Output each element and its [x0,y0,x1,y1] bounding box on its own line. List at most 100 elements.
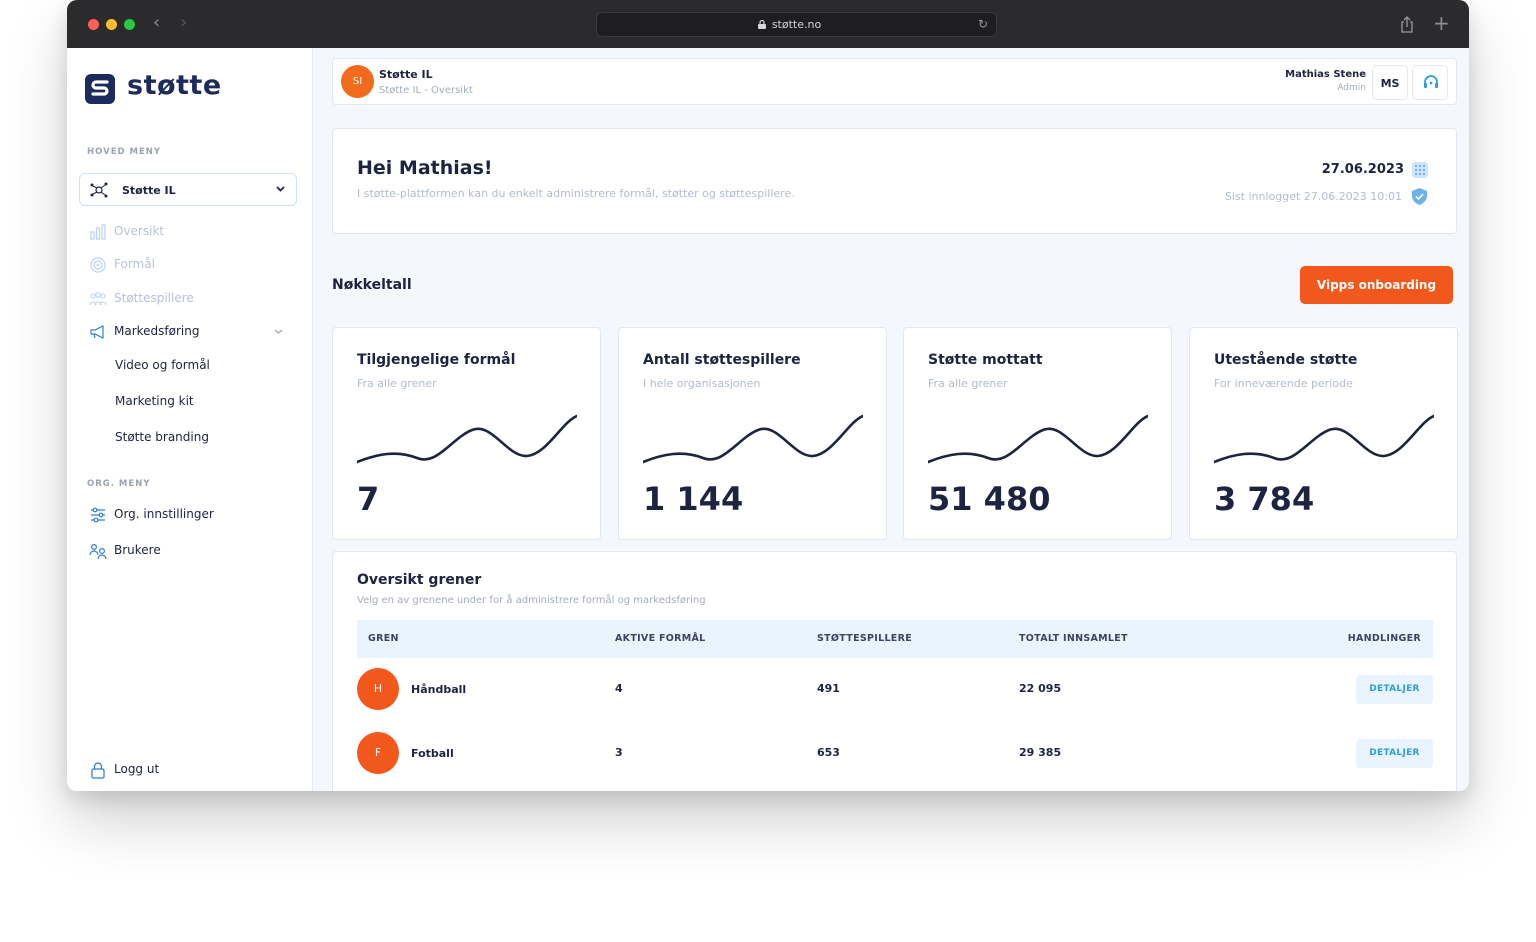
current-date: 27.06.2023 [1321,162,1404,177]
sidebar-item-label: Brukere [114,543,161,557]
details-button[interactable]: DETALJER [1356,739,1433,768]
sparkline-chart [928,414,1148,464]
logo-icon [85,74,115,104]
sliders-icon [91,507,105,523]
users-icon [89,292,107,306]
gren-name: Håndball [411,683,467,696]
maximize-window-button[interactable] [124,19,135,30]
user-name: Mathias Stene [1285,69,1366,80]
kpi-card-title: Tilgjengelige formål [357,352,516,368]
org-select[interactable]: Støtte IL [79,173,297,206]
kpi-card-subtitle: Fra alle grener [357,377,437,390]
kpi-card: Utestående støtte For inneværende period… [1189,327,1458,540]
total-collected: 29 385 [1019,746,1062,759]
grener-overview-card: Oversikt grener Velg en av grenene under… [332,551,1457,791]
sidebar-subitem-branding[interactable]: Støtte branding [115,430,209,444]
org-menu-label: ORG. MENY [87,479,151,489]
browser-titlebar: ‹ › støtte.no ↻ + [67,0,1469,48]
active-purposes: 3 [615,746,623,759]
target-icon [90,257,106,273]
welcome-description: I støtte-plattformen kan du enkelt admin… [357,187,795,200]
column-header: AKTIVE FORMÅL [615,633,706,644]
sparkline-chart [643,414,863,464]
top-header: SI Støtte IL Støtte IL - Oversikt Mathia… [332,58,1457,105]
greeting: Hei Mathias! [357,157,493,179]
column-header: GREN [368,633,399,644]
kpi-card: Antall støttespillere I hele organisasjo… [618,327,887,540]
column-header: HANDLINGER [1347,633,1421,644]
org-title: Støtte IL [379,68,433,81]
org-select-value: Støtte IL [122,184,176,197]
column-header: STØTTESPILLERE [817,633,913,644]
url-text: støtte.no [771,18,822,31]
sidebar-item-label: Formål [114,257,155,271]
kpi-card-subtitle: For inneværende periode [1214,377,1353,390]
main-menu-label: HOVED MENY [87,147,162,157]
kpi-card: Støtte mottatt Fra alle grener 51 480 [903,327,1172,540]
logo-text: støtte [127,70,222,101]
support-button[interactable] [1412,65,1448,100]
org-avatar: SI [341,65,374,98]
calendar-icon [1412,162,1428,178]
logout-button[interactable]: Logg ut [87,759,297,781]
new-tab-icon[interactable]: + [1433,11,1450,35]
share-icon[interactable] [1400,16,1414,33]
total-collected: 22 095 [1019,682,1062,695]
grener-title: Oversikt grener [357,572,482,588]
vipps-onboarding-button[interactable]: Vipps onboarding [1300,266,1453,304]
close-window-button[interactable] [88,19,99,30]
grener-subtitle: Velg en av grenene under for å administr… [357,595,706,606]
column-header: TOTALT INNSAMLET [1019,633,1128,644]
kpi-card-title: Antall støttespillere [643,352,801,368]
megaphone-icon [90,325,104,339]
kpi-card-subtitle: I hele organisasjonen [643,377,761,390]
chevron-down-icon[interactable] [274,327,283,336]
browser-window: ‹ › støtte.no ↻ + støtte HOVED MENY Støt… [67,0,1469,791]
breadcrumb: Støtte IL - Oversikt [379,85,473,96]
kpi-card-value: 3 784 [1214,480,1315,518]
details-button[interactable]: DETALJER [1356,675,1433,704]
supporters-count: 491 [817,682,840,695]
sidebar-item-label: Org. innstillinger [114,507,214,521]
kpi-section-title: Nøkkeltall [332,277,412,293]
welcome-card: Hei Mathias! I støtte-plattformen kan du… [332,128,1457,234]
minimize-window-button[interactable] [106,19,117,30]
sidebar-subitem-marketing-kit[interactable]: Marketing kit [115,394,194,408]
sidebar-item-label: Markedsføring [114,324,200,338]
table-row[interactable]: H Håndball 4 491 22 095 DETALJER [357,660,1433,716]
sidebar-item-org-settings[interactable]: Org. innstillinger [87,504,297,526]
chevron-down-icon [276,186,285,192]
sidebar-item-formal[interactable]: Formål [87,254,297,276]
back-icon[interactable]: ‹ [153,12,160,33]
forward-icon[interactable]: › [180,12,187,33]
sidebar-item-stottespillere[interactable]: Støttespillere [87,288,297,310]
address-bar[interactable]: støtte.no ↻ [596,12,997,37]
reload-icon[interactable]: ↻ [978,17,988,31]
logout-label: Logg ut [114,762,160,776]
lock-icon [91,762,105,779]
sparkline-chart [357,414,577,464]
table-header: GREN AKTIVE FORMÅL STØTTESPILLERE TOTALT… [357,620,1433,658]
kpi-card-value: 51 480 [928,480,1051,518]
sidebar-item-oversikt[interactable]: Oversikt [87,221,297,243]
sidebar-item-label: Støttespillere [114,291,194,305]
user-role: Admin [1337,83,1366,93]
gren-name: Fotball [411,747,454,760]
active-purposes: 4 [615,682,623,695]
kpi-card-title: Støtte mottatt [928,352,1043,368]
user-avatar[interactable]: MS [1372,65,1408,100]
sidebar-item-markedsforing[interactable]: Markedsføring [87,321,297,343]
gren-avatar: H [357,668,399,710]
kpi-card: Tilgjengelige formål Fra alle grener 7 [332,327,601,540]
kpi-card-value: 7 [357,480,380,518]
sidebar-item-label: Oversikt [114,224,165,238]
gren-avatar: F [357,732,399,774]
kpi-card-value: 1 144 [643,480,744,518]
table-row[interactable]: F Fotball 3 653 29 385 DETALJER [357,724,1433,780]
main-content: SI Støtte IL Støtte IL - Oversikt Mathia… [314,48,1469,791]
users-icon [89,543,107,560]
sidebar-subitem-video[interactable]: Video og formål [115,358,210,372]
sidebar-item-brukere[interactable]: Brukere [87,540,297,562]
network-icon [90,182,108,198]
kpi-card-subtitle: Fra alle grener [928,377,1008,390]
